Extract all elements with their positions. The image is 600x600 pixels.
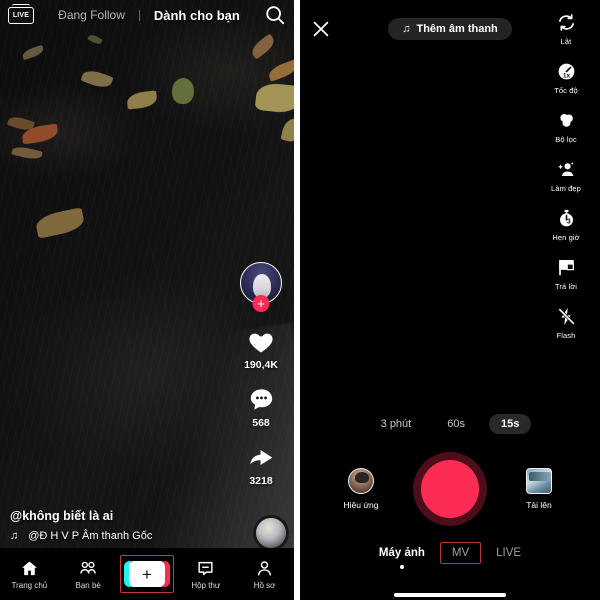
tool-label-beauty: Làm đẹp — [551, 184, 581, 193]
effects-label: Hiệu ứng — [343, 500, 379, 510]
effects-thumbnail — [348, 468, 374, 494]
author-avatar-wrap[interactable]: + — [240, 262, 282, 312]
feed-action-rail: + 190,4K 568 3218 — [234, 262, 288, 500]
heart-icon[interactable] — [244, 326, 277, 357]
music-title[interactable]: @Đ H V P Âm thanh Gốc — [28, 530, 152, 542]
create-plus-label: + — [128, 561, 165, 587]
inbox-icon — [195, 558, 217, 578]
svg-text:1x: 1x — [562, 72, 570, 79]
live-icon[interactable]: LIVE — [8, 3, 34, 24]
share-arrow-icon[interactable] — [245, 442, 278, 473]
live-label: LIVE — [12, 11, 30, 19]
tool-label-flip: Lật — [560, 37, 572, 46]
create-post-cell: + — [118, 555, 177, 593]
tab-for-you[interactable]: Dành cho bạn — [154, 8, 240, 23]
tool-label-timer: Hẹn giờ — [552, 233, 580, 242]
music-note-icon: ♫ — [10, 530, 19, 542]
capture-mode-tabs: Máy ảnh MV LIVE — [300, 542, 600, 564]
tool-flip-camera[interactable]: Lật — [540, 10, 592, 46]
screenshot-root: LIVE Đang Follow Dành cho bạn + 190,4K 5… — [0, 0, 600, 600]
reply-icon — [554, 255, 578, 279]
svg-text:3: 3 — [566, 218, 570, 225]
add-sound-button[interactable]: ♫ Thêm âm thanh — [388, 18, 512, 40]
tiktok-camera-screen: ♫ Thêm âm thanh Lật 1x Tốc độ Bộ lọc Làm… — [300, 0, 600, 600]
effects-button[interactable]: Hiệu ứng — [334, 468, 388, 510]
duration-selector: 3 phút 60s 15s — [300, 414, 600, 434]
follow-plus-icon[interactable]: + — [252, 295, 270, 312]
tool-label-reply: Trả lời — [554, 282, 577, 291]
home-indicator — [394, 593, 506, 597]
beauty-icon — [554, 157, 578, 181]
music-note-icon: ♫ — [402, 23, 411, 35]
camera-tool-rail: Lật 1x Tốc độ Bộ lọc Làm đẹp 3 Hẹn giờ T… — [540, 10, 592, 353]
like-count: 190,4K — [244, 359, 278, 371]
sidebar-item-friends[interactable]: Bạn bè — [59, 558, 118, 590]
sidebar-item-home[interactable]: Trang chủ — [0, 558, 59, 590]
music-row[interactable]: ♫ @Đ H V P Âm thanh Gốc — [10, 530, 240, 542]
profile-icon — [254, 558, 276, 578]
timer-icon: 3 — [554, 206, 578, 230]
nav-label-inbox: Hộp thư — [191, 581, 221, 590]
feed-tab-group: Đang Follow Dành cho bạn — [44, 8, 254, 23]
create-highlight-box: + — [119, 555, 174, 593]
tool-beauty[interactable]: Làm đẹp — [540, 157, 592, 193]
caption-block: @không biết là ai ♫ @Đ H V P Âm thanh Gố… — [10, 509, 240, 542]
comment-count: 568 — [252, 417, 270, 429]
like-button[interactable]: 190,4K — [244, 326, 278, 371]
tool-timer[interactable]: 3 Hẹn giờ — [540, 206, 592, 242]
share-button[interactable]: 3218 — [245, 442, 278, 487]
tool-flash[interactable]: Flash — [540, 304, 592, 340]
comment-button[interactable]: 568 — [245, 384, 278, 429]
search-icon[interactable] — [264, 4, 286, 26]
flip-camera-icon — [554, 10, 578, 34]
upload-button[interactable]: Tải lên — [512, 468, 566, 510]
tool-label-flash: Flash — [556, 331, 576, 340]
duration-option-3min[interactable]: 3 phút — [369, 414, 424, 434]
create-post-button[interactable]: + — [123, 561, 170, 587]
spinning-music-disc[interactable] — [256, 518, 286, 548]
sidebar-item-profile[interactable]: Hồ sơ — [235, 558, 294, 590]
tool-label-filter: Bộ lọc — [555, 135, 577, 144]
flash-off-icon — [554, 304, 578, 328]
tab-live[interactable]: LIVE — [487, 543, 530, 563]
feed-bottom-nav: Trang chủ Bạn bè + Hộp thư Hồ sơ — [0, 548, 294, 600]
feed-top-bar: LIVE Đang Follow Dành cho bạn — [0, 0, 294, 30]
close-icon[interactable] — [310, 18, 332, 40]
tool-reply[interactable]: Trả lời — [540, 255, 592, 291]
duration-option-15s[interactable]: 15s — [488, 414, 532, 434]
tab-mv[interactable]: MV — [439, 542, 482, 564]
comment-icon[interactable] — [245, 384, 278, 415]
speed-icon: 1x — [554, 59, 578, 83]
tab-camera[interactable]: Máy ảnh — [370, 543, 434, 563]
tab-divider — [138, 9, 140, 21]
nav-label-profile: Hồ sơ — [253, 581, 276, 590]
friends-icon — [77, 558, 99, 578]
leaf — [254, 81, 294, 115]
home-icon — [18, 558, 40, 578]
upload-label: Tải lên — [526, 500, 552, 510]
duration-option-60s[interactable]: 60s — [435, 414, 477, 434]
tool-speed[interactable]: 1x Tốc độ — [540, 59, 592, 95]
tool-filter[interactable]: Bộ lọc — [540, 108, 592, 144]
tab-following[interactable]: Đang Follow — [58, 8, 125, 22]
record-button-core — [421, 460, 479, 518]
author-username[interactable]: @không biết là ai — [10, 509, 240, 523]
add-sound-label: Thêm âm thanh — [416, 23, 498, 35]
sidebar-item-inbox[interactable]: Hộp thư — [176, 558, 235, 590]
nav-label-friends: Bạn bè — [75, 581, 101, 590]
filter-icon — [554, 108, 578, 132]
record-button[interactable] — [413, 452, 487, 526]
nav-label-home: Trang chủ — [11, 581, 48, 590]
tool-label-speed: Tốc độ — [554, 86, 578, 95]
record-controls-row: Hiệu ứng Tải lên — [300, 452, 600, 526]
share-count: 3218 — [249, 475, 273, 487]
tiktok-feed-screen: LIVE Đang Follow Dành cho bạn + 190,4K 5… — [0, 0, 294, 600]
upload-thumbnail — [526, 468, 552, 494]
